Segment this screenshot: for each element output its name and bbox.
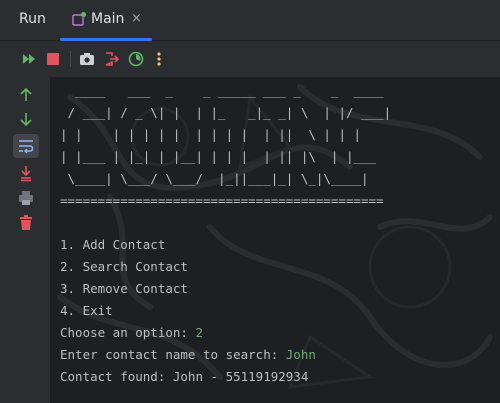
stop-icon[interactable]	[44, 50, 62, 68]
menu-item: 2. Search Contact	[60, 259, 188, 274]
console-side-toolbar	[0, 77, 50, 403]
run-tool-window-title: Run	[19, 11, 46, 27]
menu-item: 3. Remove Contact	[60, 281, 188, 296]
search-result: Contact found: John - 55119192934	[60, 369, 309, 384]
toolbar-separator	[70, 51, 71, 67]
clear-icon[interactable]	[16, 213, 36, 233]
exit-icon[interactable]	[102, 50, 120, 68]
console-text: ____ ___ _ _ _____ ___ _ _ ____ / ___| /…	[60, 80, 391, 388]
print-icon[interactable]	[16, 188, 36, 208]
ascii-banner-line: | |___ | |_| | |__| | | | | || |\ | |___	[60, 149, 377, 164]
scroll-up-icon[interactable]	[16, 85, 36, 105]
soft-wrap-icon[interactable]	[16, 136, 36, 156]
rerun-icon[interactable]	[20, 50, 38, 68]
name-prompt: Enter contact name to search:	[60, 347, 286, 362]
more-icon[interactable]	[150, 50, 168, 68]
option-input: 2	[195, 325, 203, 340]
scroll-down-icon[interactable]	[16, 109, 36, 129]
run-config-icon	[72, 12, 86, 26]
ascii-banner-line: / ___| / _ \| | | |_ _|_ _| \ | |/ ___|	[60, 105, 392, 120]
separator-line: ========================================…	[60, 193, 384, 208]
screenshot-icon[interactable]	[78, 50, 96, 68]
ascii-banner-line: \____| \___/ \___/ |_||___|_| \_|\____|	[60, 171, 369, 186]
close-icon[interactable]: ×	[131, 11, 142, 26]
tab-main-label: Main	[91, 11, 125, 27]
menu-item: 1. Add Contact	[60, 237, 166, 252]
name-input: John	[285, 347, 316, 362]
ascii-banner-line: | | | | | | | | | | | | || \ | | |	[60, 127, 362, 142]
tab-main[interactable]: Main ×	[60, 0, 152, 41]
tool-window-header: Run Main ×	[0, 0, 500, 41]
coverage-icon[interactable]	[127, 50, 145, 68]
menu-item: 4. Exit	[60, 303, 113, 318]
option-prompt: Choose an option:	[60, 325, 196, 340]
scroll-to-end-icon[interactable]	[16, 163, 36, 183]
console-output[interactable]: ____ ___ _ _ _____ ___ _ _ ____ / ___| /…	[50, 77, 500, 403]
ascii-banner-line: ____ ___ _ _ _____ ___ _ _ ____	[60, 83, 384, 98]
run-toolbar	[0, 41, 500, 77]
